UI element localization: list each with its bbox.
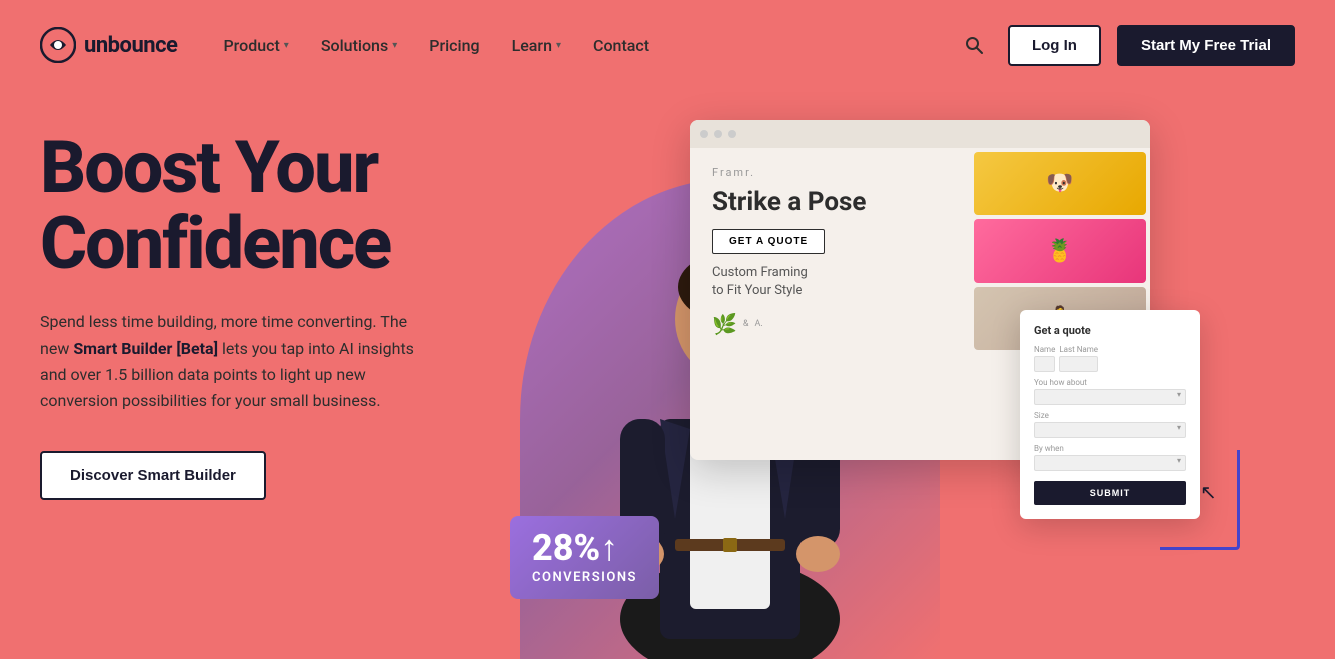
- photo-cell-pineapple: 🍍: [974, 219, 1146, 282]
- form-name-label: Name: [1034, 345, 1055, 354]
- hero-content: Boost Your Confidence Spend less time bu…: [40, 110, 460, 659]
- nav-product[interactable]: Product ▾: [209, 28, 302, 63]
- conversion-percentage: 28%↑: [532, 530, 637, 566]
- form-name-input[interactable]: [1034, 356, 1055, 372]
- learn-chevron-icon: ▾: [556, 40, 561, 51]
- search-button[interactable]: [956, 27, 992, 63]
- product-chevron-icon: ▾: [284, 40, 289, 51]
- nav-right: Log In Start My Free Trial: [956, 25, 1295, 66]
- hero-title: Boost Your Confidence: [40, 130, 460, 281]
- browser-dot-yellow: [714, 130, 722, 138]
- plant-icon: 🌿: [712, 312, 737, 336]
- hero-description: Spend less time building, more time conv…: [40, 309, 430, 415]
- login-button[interactable]: Log In: [1008, 25, 1101, 66]
- nav-solutions[interactable]: Solutions ▾: [307, 28, 411, 63]
- nav-links: Product ▾ Solutions ▾ Pricing Learn ▾ Co…: [209, 28, 663, 63]
- form-how-select[interactable]: [1034, 389, 1186, 405]
- hero-section: Boost Your Confidence Spend less time bu…: [0, 90, 1335, 659]
- nav-pricing[interactable]: Pricing: [415, 28, 493, 63]
- form-mockup: Get a quote Name Last Name You how about…: [1020, 310, 1200, 519]
- browser-dot-red: [700, 130, 708, 138]
- form-how-label: You how about: [1034, 378, 1186, 387]
- brand-name: unbounce: [84, 33, 177, 58]
- navbar: unbounce Product ▾ Solutions ▾ Pricing L…: [0, 0, 1335, 90]
- search-icon: [964, 35, 984, 55]
- mockup-cta-button[interactable]: GET A QUOTE: [712, 229, 825, 254]
- browser-bar: [690, 120, 1150, 148]
- form-title: Get a quote: [1034, 324, 1186, 337]
- conversion-badge: 28%↑ CONVERSIONS: [510, 516, 659, 599]
- photo-cell-pug: 🐶: [974, 152, 1146, 215]
- form-size-label: Size: [1034, 411, 1186, 420]
- ampersand-decoration: &: [743, 319, 749, 329]
- discover-button[interactable]: Discover Smart Builder: [40, 451, 266, 500]
- mockup-subtext-extra: A.: [755, 319, 763, 329]
- conversion-label: CONVERSIONS: [532, 570, 637, 585]
- form-submit-button[interactable]: SUBMIT: [1034, 481, 1186, 505]
- nav-contact[interactable]: Contact: [579, 28, 663, 63]
- unbounce-logo-icon: [40, 27, 76, 63]
- trial-button[interactable]: Start My Free Trial: [1117, 25, 1295, 66]
- form-size-select[interactable]: [1034, 422, 1186, 438]
- form-when-label: By when: [1034, 444, 1186, 453]
- logo[interactable]: unbounce: [40, 27, 177, 63]
- hero-visual: 28%↑ CONVERSIONS Framr. Strike a Pose GE…: [460, 110, 1295, 659]
- browser-dot-green: [728, 130, 736, 138]
- form-name-row: Name Last Name: [1034, 345, 1186, 372]
- nav-learn[interactable]: Learn ▾: [498, 28, 575, 63]
- cursor-icon: ↖: [1200, 480, 1217, 504]
- form-when-select[interactable]: [1034, 455, 1186, 471]
- solutions-chevron-icon: ▾: [392, 40, 397, 51]
- form-lastname-input[interactable]: [1059, 356, 1098, 372]
- form-lastname-label: Last Name: [1059, 345, 1098, 354]
- nav-left: unbounce Product ▾ Solutions ▾ Pricing L…: [40, 27, 663, 63]
